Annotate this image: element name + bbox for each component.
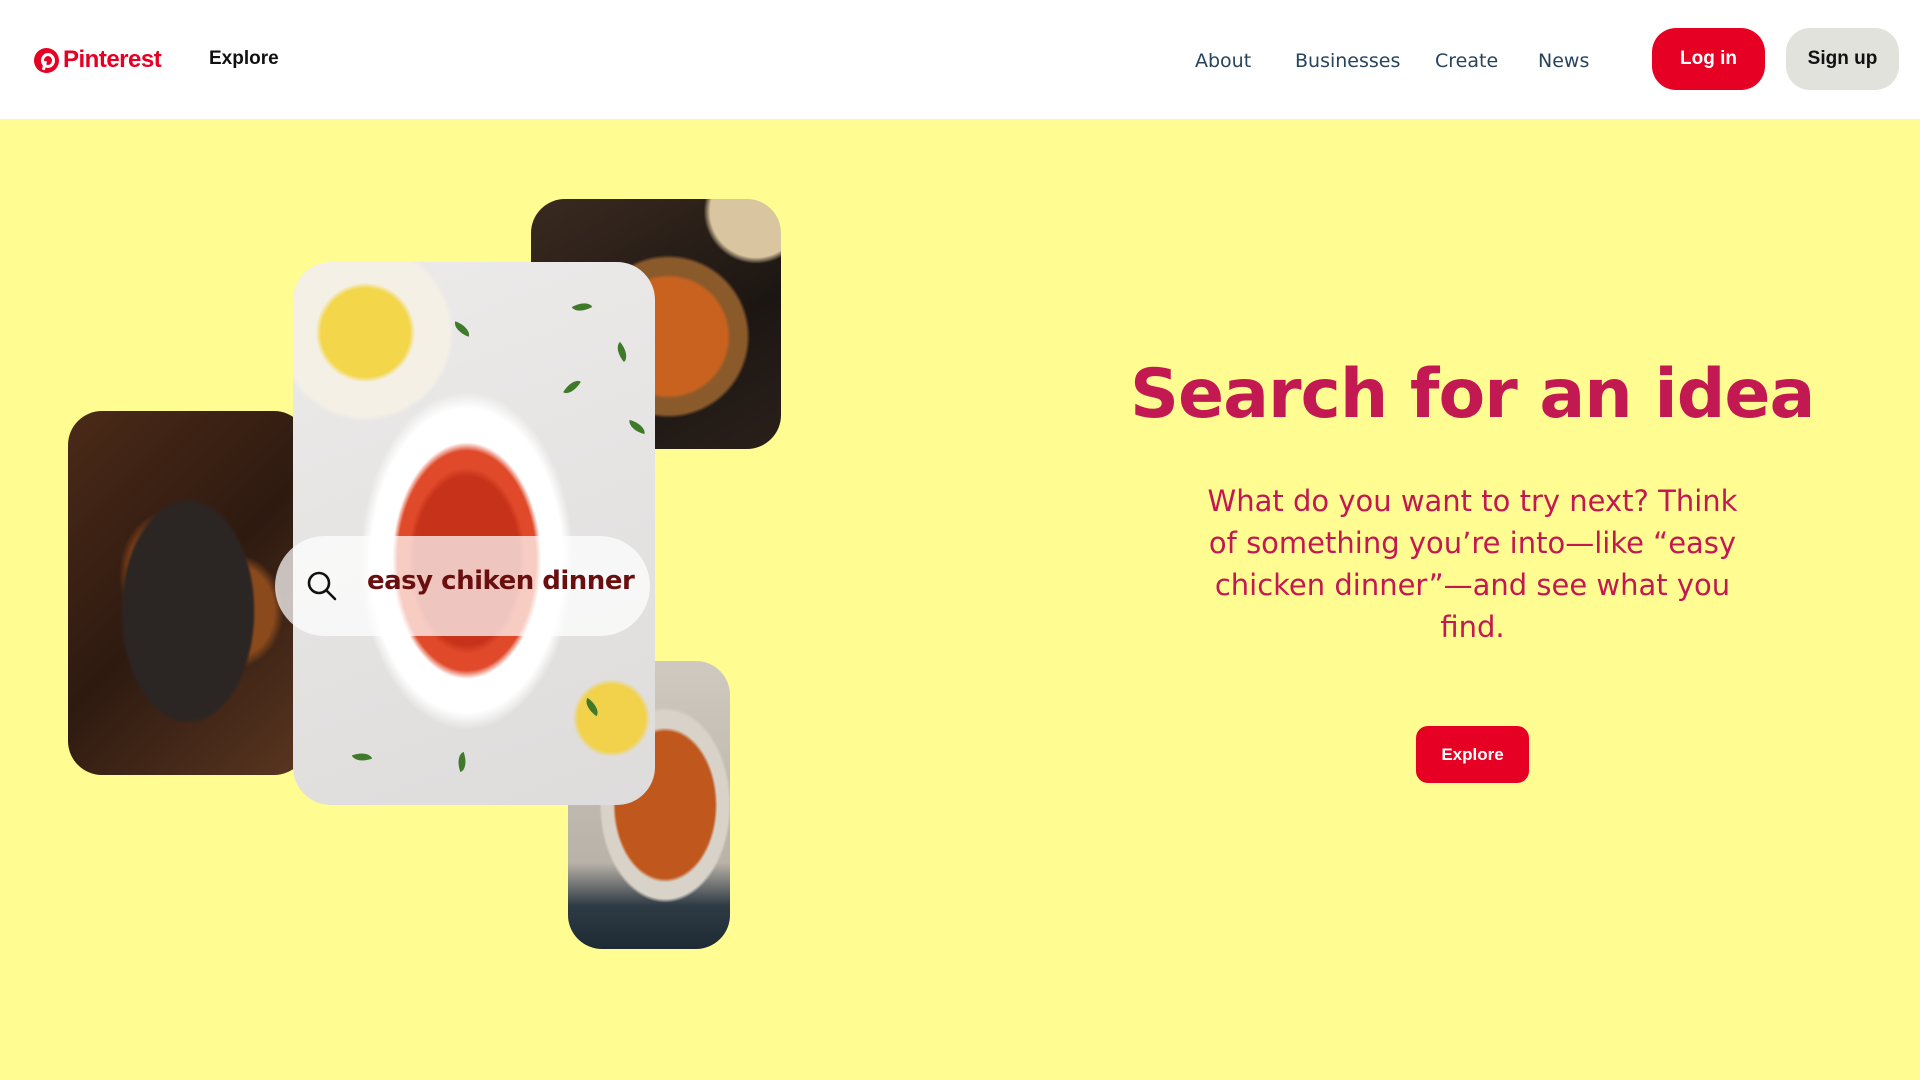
- explore-link[interactable]: Explore: [209, 48, 279, 70]
- herb-leaf: [454, 751, 470, 773]
- logo-text: Pinterest: [63, 46, 162, 73]
- herb-leaf: [612, 341, 632, 363]
- nav-create[interactable]: Create: [1435, 50, 1498, 72]
- nav-about[interactable]: About: [1195, 50, 1251, 72]
- signup-button[interactable]: Sign up: [1786, 28, 1899, 90]
- hero-explore-button[interactable]: Explore: [1416, 726, 1529, 783]
- site-header: Pinterest Explore About Businesses Creat…: [0, 0, 1920, 119]
- hero-title: Search for an idea: [1130, 355, 1815, 434]
- nav-news[interactable]: News: [1538, 50, 1589, 72]
- login-button[interactable]: Log in: [1652, 28, 1765, 90]
- roast-chicken-image: [68, 411, 308, 775]
- fried-chicken-image: [293, 262, 655, 805]
- herb-leaf: [563, 376, 581, 398]
- herb-leaf: [627, 419, 647, 435]
- search-icon: [307, 571, 337, 601]
- pinterest-logo-icon: [34, 47, 59, 73]
- pinterest-logo[interactable]: Pinterest: [34, 46, 162, 74]
- herb-leaf: [451, 321, 473, 337]
- herb-leaf: [581, 697, 603, 717]
- herb-leaf: [351, 749, 373, 765]
- herb-leaf: [571, 298, 593, 316]
- nav-businesses[interactable]: Businesses: [1295, 50, 1400, 72]
- hero-description: What do you want to try next? Think of s…: [1207, 484, 1738, 644]
- search-pill: easy chiken dinner: [275, 536, 650, 636]
- search-example-text: easy chiken dinner: [367, 566, 635, 596]
